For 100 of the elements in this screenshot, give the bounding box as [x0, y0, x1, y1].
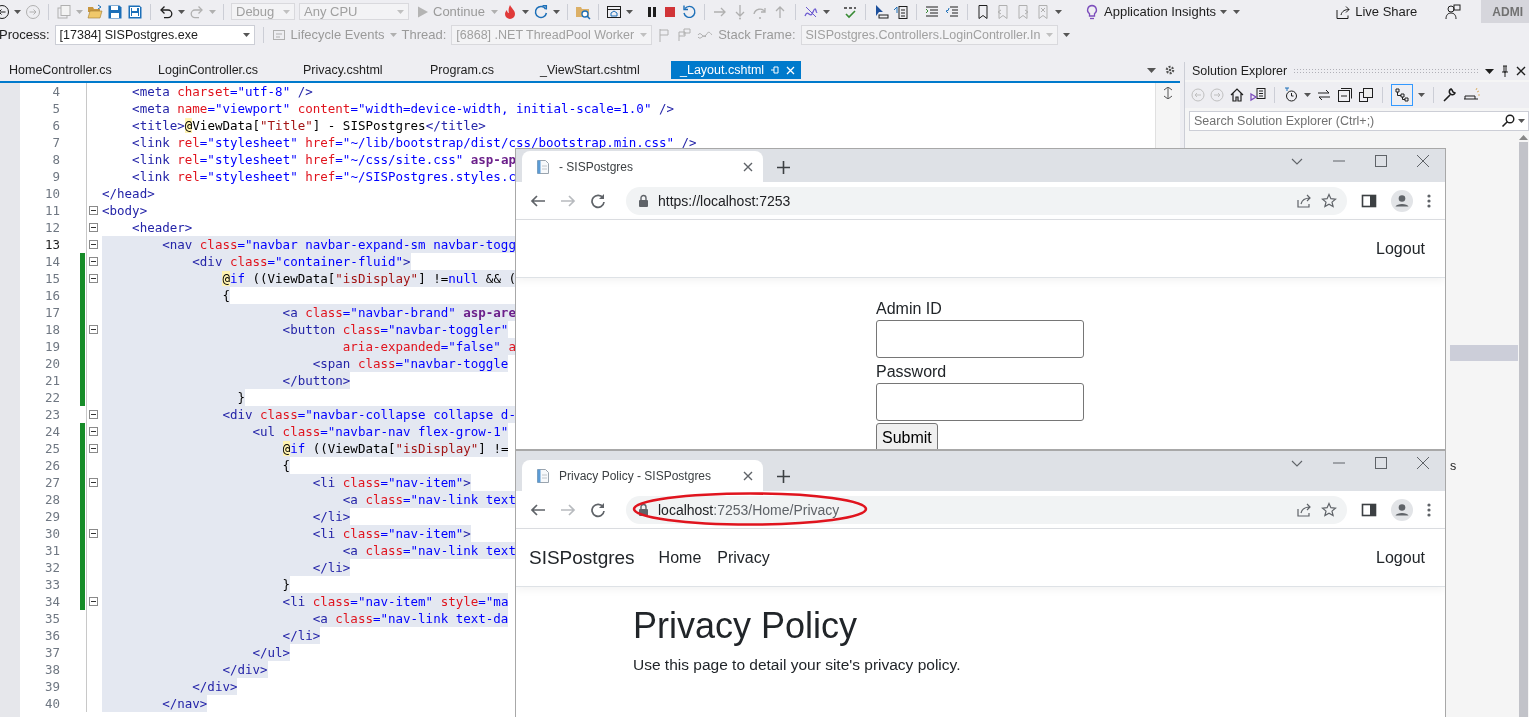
stop-icon[interactable] — [663, 4, 678, 19]
address-bar[interactable]: localhost:7253/Home/Privacy — [626, 495, 1347, 524]
dropdown-icon[interactable] — [1485, 68, 1494, 74]
scroll-up-icon[interactable] — [1518, 135, 1528, 140]
home-icon[interactable] — [1229, 87, 1245, 103]
submit-button[interactable]: Submit — [876, 423, 938, 449]
side-panel-icon[interactable] — [1361, 501, 1377, 518]
pin-icon[interactable] — [1500, 65, 1510, 77]
browser-tab[interactable]: Privacy Policy - SISPostgres — [522, 460, 763, 491]
document-tab[interactable]: Program.cs — [421, 61, 531, 79]
logout-link[interactable]: Logout — [1376, 548, 1425, 567]
caret-icon[interactable] — [626, 9, 634, 14]
caret-icon[interactable] — [242, 32, 250, 37]
nav-link[interactable]: Privacy — [717, 548, 770, 567]
settings-icon[interactable] — [1164, 64, 1176, 76]
process-dropdown[interactable]: [17384] SISPostgres.exe — [54, 24, 255, 45]
caret-icon[interactable] — [1063, 32, 1071, 37]
collapse-icon[interactable] — [89, 325, 98, 334]
restart-icon[interactable] — [681, 3, 698, 20]
address-bar[interactable]: https://localhost:7253 — [626, 186, 1347, 215]
sync-icon[interactable] — [1316, 87, 1332, 103]
share-icon[interactable] — [1296, 192, 1312, 209]
side-panel-icon[interactable] — [1361, 192, 1377, 209]
collapse-all-icon[interactable] — [1337, 87, 1353, 103]
select-cursor-icon[interactable] — [873, 3, 890, 20]
live-share-button[interactable]: Live Share — [1333, 1, 1420, 22]
tab-list-icon[interactable] — [1147, 67, 1156, 73]
pending-changes-icon[interactable] — [1283, 87, 1299, 103]
share-icon[interactable] — [1296, 501, 1312, 518]
collapse-icon[interactable] — [89, 223, 98, 232]
site-brand[interactable]: SISPostgres — [529, 546, 635, 569]
caret-icon[interactable] — [522, 9, 530, 14]
caret-icon[interactable] — [14, 9, 21, 14]
document-list-icon[interactable] — [893, 3, 910, 20]
close-icon[interactable] — [743, 470, 753, 481]
insights-button[interactable]: Application Insights — [1082, 1, 1230, 22]
new-tab-icon[interactable] — [777, 161, 790, 174]
line-number: 6 — [51, 118, 60, 133]
switch-views-icon[interactable] — [1250, 87, 1266, 103]
collapse-icon[interactable] — [89, 410, 98, 419]
caret-icon[interactable] — [1418, 93, 1425, 97]
logout-link[interactable]: Logout — [1376, 239, 1425, 258]
wrench-icon[interactable] — [1442, 87, 1458, 103]
nav-link[interactable]: Home — [658, 548, 702, 567]
menu-icon[interactable] — [1427, 501, 1431, 518]
collapse-icon[interactable] — [89, 427, 98, 436]
document-tab[interactable]: _ViewStart.cshtml — [531, 61, 671, 79]
url-text[interactable]: https://localhost:7253 — [658, 192, 791, 209]
caret-icon[interactable] — [1055, 9, 1063, 14]
caret-icon[interactable] — [553, 9, 561, 14]
reload-icon[interactable] — [590, 501, 606, 518]
back-icon[interactable] — [530, 192, 546, 209]
caret-icon[interactable] — [178, 9, 185, 14]
show-all-files-icon[interactable] — [1358, 87, 1374, 103]
back-icon[interactable] — [530, 501, 546, 518]
restart-icon[interactable] — [533, 3, 550, 20]
bookmark-star-icon[interactable] — [1321, 192, 1337, 209]
collapse-icon[interactable] — [89, 597, 98, 606]
line-number: 35 — [43, 611, 60, 626]
maximize-icon[interactable] — [1375, 457, 1387, 469]
feedback-person-icon[interactable] — [1445, 3, 1462, 20]
caret-icon[interactable] — [1304, 93, 1311, 97]
page-icon — [536, 467, 550, 484]
indent-icon[interactable] — [924, 3, 941, 20]
undo-icon[interactable] — [158, 3, 174, 20]
search-field[interactable]: Search Solution Explorer (Ctrl+;) — [1189, 111, 1529, 131]
split-view-icon[interactable] — [1162, 87, 1174, 99]
maximize-icon[interactable] — [1375, 155, 1387, 167]
outdent-icon[interactable] — [944, 3, 961, 20]
reload-icon[interactable] — [590, 192, 606, 209]
bookmark-star-icon[interactable] — [1321, 501, 1337, 518]
scrollbar-thumb[interactable] — [1518, 142, 1528, 717]
close-icon[interactable] — [743, 161, 753, 172]
save-icon[interactable] — [107, 3, 123, 20]
profile-avatar-icon[interactable] — [1391, 189, 1413, 212]
close-icon[interactable] — [1516, 66, 1526, 76]
caret-icon[interactable] — [1518, 119, 1525, 123]
collapse-icon[interactable] — [89, 240, 98, 249]
new-tab-icon[interactable] — [777, 470, 790, 483]
profile-avatar-icon[interactable] — [1391, 498, 1413, 521]
tree-item[interactable]: s — [1450, 458, 1457, 474]
collapse-icon[interactable] — [89, 444, 98, 453]
browser-tab[interactable]: - SISPostgres — [522, 151, 763, 182]
menu-icon[interactable] — [1427, 192, 1431, 209]
collapse-icon[interactable] — [89, 274, 98, 283]
caret-icon[interactable] — [823, 9, 831, 14]
collapse-icon[interactable] — [89, 257, 98, 266]
save-all-icon[interactable] — [127, 3, 143, 20]
open-folder-icon[interactable] — [87, 3, 103, 20]
input-field[interactable] — [876, 320, 1084, 358]
document-tab[interactable]: HomeController.cs — [0, 61, 149, 79]
preview-icon[interactable] — [1463, 87, 1481, 103]
collapse-icon[interactable] — [89, 478, 98, 487]
document-tab[interactable]: Privacy.cshtml — [294, 61, 421, 79]
collapse-icon[interactable] — [89, 206, 98, 215]
document-tab[interactable]: LoginController.cs — [149, 61, 294, 79]
window-icon[interactable] — [606, 3, 623, 20]
input-field[interactable] — [876, 383, 1084, 421]
preview-selected-icon[interactable] — [1391, 84, 1413, 106]
collapse-icon[interactable] — [89, 529, 98, 538]
